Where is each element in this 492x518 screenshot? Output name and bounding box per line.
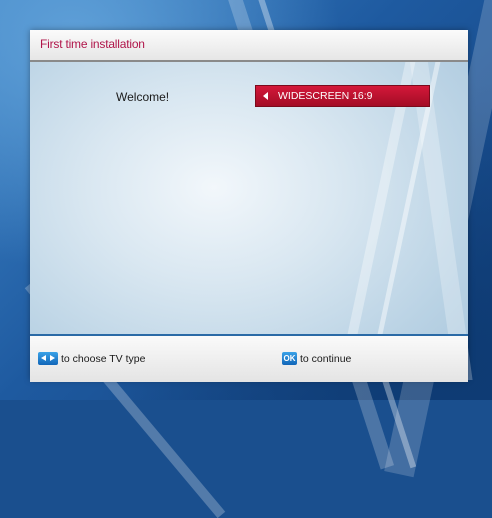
left-arrow-icon[interactable]	[263, 92, 268, 100]
installation-panel: First time installation Welcome! WIDESCR…	[30, 30, 473, 382]
panel-footer: to choose TV type OK to continue	[30, 334, 468, 382]
continue-hint-label: to continue	[300, 352, 352, 365]
panel-header: First time installation	[30, 30, 468, 62]
left-right-arrows-icon	[38, 352, 58, 365]
ok-key-icon: OK	[282, 352, 297, 365]
tv-type-value: WIDESCREEN 16:9	[278, 90, 373, 102]
tv-type-selector[interactable]: WIDESCREEN 16:9	[255, 85, 430, 107]
choose-hint-label: to choose TV type	[61, 352, 146, 365]
continue-hint: OK to continue	[282, 352, 351, 365]
welcome-label: Welcome!	[116, 90, 170, 104]
choose-tv-type-hint: to choose TV type	[38, 352, 145, 365]
page-title: First time installation	[40, 37, 145, 51]
panel-streak	[405, 30, 473, 380]
